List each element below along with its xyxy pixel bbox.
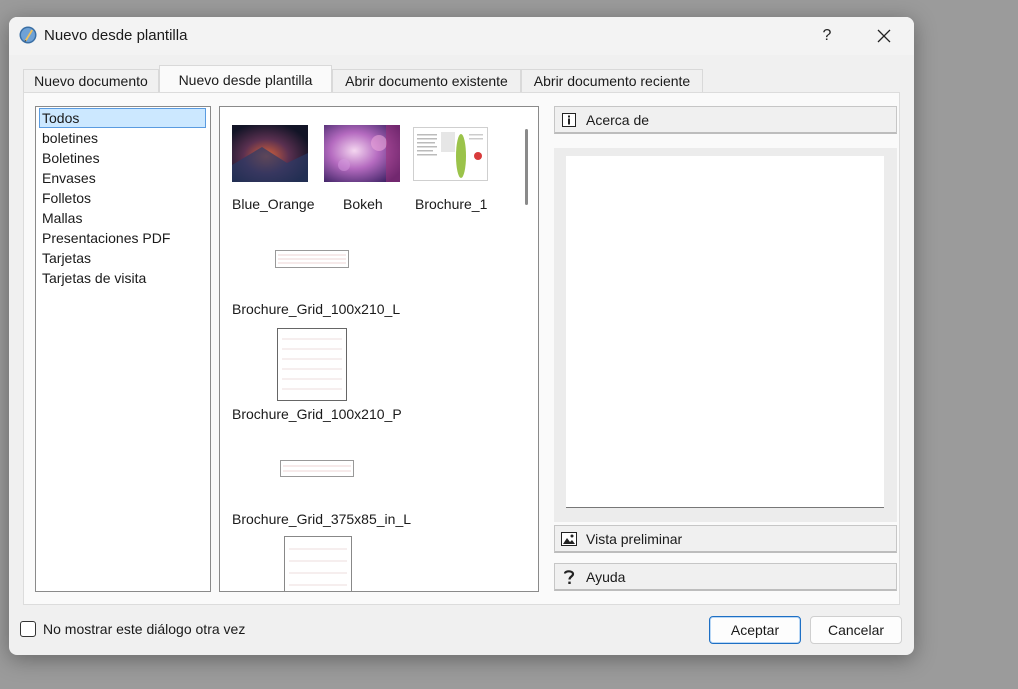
- preview-section-button[interactable]: Vista preliminar: [554, 525, 897, 553]
- scribus-app-icon: [19, 26, 37, 44]
- category-item[interactable]: Envases: [41, 168, 96, 188]
- category-item[interactable]: Folletos: [41, 188, 91, 208]
- dialog-footer: No mostrar este diálogo otra vez Aceptar…: [9, 607, 914, 655]
- about-label: Acerca de: [586, 111, 650, 128]
- help-section-button[interactable]: Ayuda: [554, 563, 897, 591]
- ok-button[interactable]: Aceptar: [709, 616, 801, 644]
- template-name[interactable]: Brochure_Grid_100x210_P: [232, 406, 402, 422]
- tab-panel: Todos boletines Boletines Envases Follet…: [23, 92, 900, 605]
- template-list[interactable]: Blue_Orange Bokeh Brochure_1 Brochure_Gr…: [219, 106, 539, 592]
- category-item[interactable]: boletines: [41, 128, 98, 148]
- preview-label: Vista preliminar: [586, 530, 683, 547]
- close-button[interactable]: [862, 17, 906, 55]
- help-button[interactable]: ?: [805, 17, 849, 55]
- tab-label: Abrir documento reciente: [533, 73, 691, 89]
- dont-show-again-label[interactable]: No mostrar este diálogo otra vez: [43, 621, 245, 637]
- tab-label: Abrir documento existente: [345, 73, 508, 89]
- close-icon: [877, 29, 891, 43]
- template-name[interactable]: Bokeh: [343, 196, 383, 212]
- tab-new-from-template[interactable]: Nuevo desde plantilla: [159, 65, 332, 93]
- question-icon: [561, 569, 577, 585]
- category-item[interactable]: Mallas: [41, 208, 82, 228]
- tab-label: Nuevo desde plantilla: [178, 71, 313, 88]
- template-preview-image: [566, 156, 884, 508]
- preview-area: [554, 148, 897, 522]
- template-thumbnail[interactable]: [324, 125, 400, 182]
- tab-open-existing-document[interactable]: Abrir documento existente: [332, 69, 521, 92]
- template-thumbnail[interactable]: [277, 328, 347, 401]
- template-info-panel: Acerca de Vista preliminar Ayuda: [554, 106, 897, 592]
- ok-label: Aceptar: [730, 622, 780, 638]
- template-name[interactable]: Brochure_Grid_375x85_in_L: [232, 511, 411, 527]
- template-thumbnail[interactable]: [413, 127, 488, 181]
- help-label: Ayuda: [586, 568, 626, 585]
- category-item[interactable]: Boletines: [41, 148, 100, 168]
- title-bar[interactable]: Nuevo desde plantilla ?: [9, 17, 914, 55]
- category-item[interactable]: Tarjetas de visita: [41, 268, 146, 288]
- cancel-label: Cancelar: [827, 622, 885, 638]
- category-list[interactable]: Todos boletines Boletines Envases Follet…: [35, 106, 211, 592]
- tab-label: Nuevo documento: [34, 73, 148, 89]
- template-thumbnail[interactable]: [275, 250, 349, 268]
- template-list-scrollbar[interactable]: [525, 129, 528, 205]
- new-from-template-dialog: Nuevo desde plantilla ? Nuevo documento …: [9, 17, 914, 655]
- help-glyph: ?: [822, 27, 832, 44]
- window-title: Nuevo desde plantilla: [44, 27, 188, 44]
- tab-new-document[interactable]: Nuevo documento: [23, 69, 159, 92]
- cancel-button[interactable]: Cancelar: [810, 616, 902, 644]
- template-thumbnail[interactable]: [232, 125, 308, 182]
- info-icon: [561, 112, 577, 128]
- template-name[interactable]: Brochure_Grid_100x210_L: [232, 301, 400, 317]
- dont-show-again-checkbox[interactable]: [20, 621, 36, 637]
- about-section-button[interactable]: Acerca de: [554, 106, 897, 134]
- template-thumbnail[interactable]: [280, 460, 354, 477]
- tab-open-recent-document[interactable]: Abrir documento reciente: [521, 69, 703, 92]
- category-item[interactable]: Presentaciones PDF: [41, 228, 170, 248]
- image-icon: [561, 531, 577, 547]
- template-name[interactable]: Brochure_1: [415, 196, 487, 212]
- template-thumbnail[interactable]: [284, 536, 352, 591]
- category-item[interactable]: Tarjetas: [41, 248, 91, 268]
- template-name[interactable]: Blue_Orange: [232, 196, 315, 212]
- category-item[interactable]: Todos: [39, 108, 206, 128]
